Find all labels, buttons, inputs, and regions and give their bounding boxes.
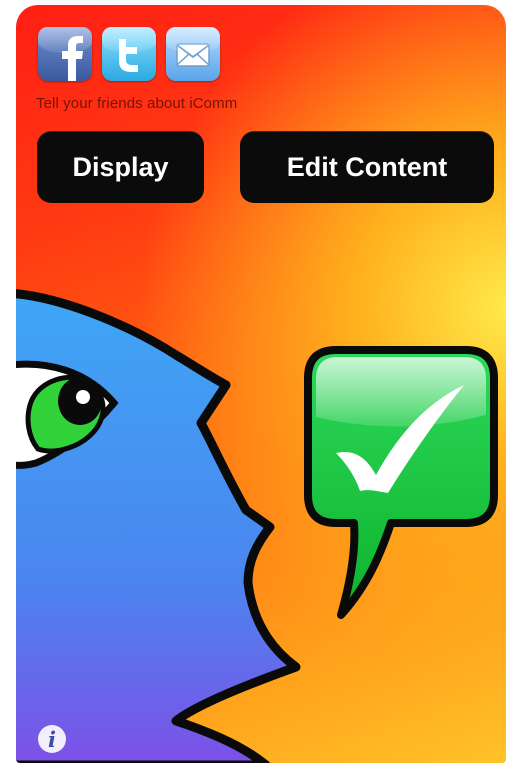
facebook-icon (62, 36, 83, 81)
face-shape (16, 289, 301, 763)
share-tagline: Tell your friends about iComm (36, 95, 238, 112)
twitter-icon (119, 39, 138, 72)
info-icon: i (48, 726, 56, 752)
face-illustration (16, 289, 498, 763)
share-bar (38, 27, 220, 81)
twitter-button[interactable] (102, 27, 156, 81)
facebook-button[interactable] (38, 27, 92, 81)
app-screen: Tell your friends about iComm Display Ed… (16, 5, 506, 763)
device-frame: Tell your friends about iComm Display Ed… (0, 0, 519, 770)
email-button[interactable] (166, 27, 220, 81)
display-button[interactable]: Display (37, 131, 204, 203)
mail-icon (176, 43, 210, 67)
edit-content-button[interactable]: Edit Content (240, 131, 494, 203)
info-button[interactable]: i (38, 725, 66, 753)
